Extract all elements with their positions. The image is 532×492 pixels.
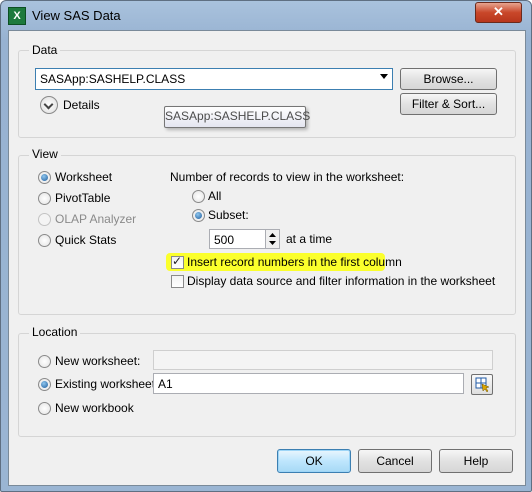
spin-up-down-icon[interactable] — [266, 230, 279, 248]
quick-stats-radio[interactable] — [38, 234, 51, 247]
existing-worksheet-value: A1 — [158, 377, 173, 391]
new-workbook-radio[interactable] — [38, 402, 51, 415]
insert-record-numbers-label[interactable]: Insert record numbers in the first colum… — [187, 255, 402, 269]
subset-count-value: 500 — [214, 233, 235, 247]
filter-sort-button[interactable]: Filter & Sort... — [400, 93, 497, 115]
cell-picker-button[interactable] — [471, 374, 493, 395]
subset-count-spinner[interactable]: 500 — [209, 229, 280, 249]
new-worksheet-radio[interactable] — [38, 355, 51, 368]
pivottable-label[interactable]: PivotTable — [55, 191, 110, 205]
window-title: View SAS Data — [32, 8, 121, 23]
cancel-button[interactable]: Cancel — [358, 449, 432, 473]
worksheet-radio[interactable] — [38, 171, 51, 184]
close-button[interactable]: ✕ — [475, 2, 522, 23]
help-button[interactable]: Help — [439, 449, 513, 473]
dialog-client: Data SASApp:SASHELP.CLASS Browse... Deta… — [8, 30, 526, 486]
new-worksheet-field[interactable] — [153, 350, 493, 370]
olap-analyzer-label: OLAP Analyzer — [55, 212, 137, 226]
expand-details-icon[interactable] — [40, 96, 58, 114]
chevron-down-icon[interactable] — [380, 74, 388, 79]
data-group-label: Data — [29, 43, 61, 57]
worksheet-label[interactable]: Worksheet — [55, 170, 112, 184]
new-worksheet-label[interactable]: New worksheet: — [55, 354, 140, 368]
insert-record-numbers-checkbox[interactable] — [171, 254, 184, 269]
all-radio[interactable] — [192, 190, 205, 203]
existing-worksheet-radio[interactable] — [38, 378, 51, 391]
data-source-value: SASApp:SASHELP.CLASS — [40, 72, 186, 86]
at-a-time-label: at a time — [286, 232, 333, 246]
spinner-arrows[interactable] — [265, 230, 279, 248]
pivottable-radio[interactable] — [38, 192, 51, 205]
view-group-label: View — [29, 147, 61, 161]
subset-label[interactable]: Subset: — [208, 208, 249, 222]
browse-button[interactable]: Browse... — [400, 68, 497, 90]
excel-icon: X — [8, 7, 26, 25]
existing-worksheet-label[interactable]: Existing worksheet: — [55, 377, 158, 391]
ok-button[interactable]: OK — [277, 449, 351, 473]
display-source-label[interactable]: Display data source and filter informati… — [187, 274, 495, 288]
olap-analyzer-radio[interactable] — [38, 213, 51, 226]
new-workbook-label[interactable]: New workbook — [55, 401, 134, 415]
cell-selector-icon — [475, 377, 490, 393]
data-source-tooltip: SASApp:SASHELP.CLASS — [164, 106, 310, 128]
display-source-checkbox[interactable] — [171, 275, 184, 288]
existing-worksheet-field[interactable]: A1 — [153, 373, 464, 394]
dialog-window: X View SAS Data ✕ Data SASApp:SASHELP.CL… — [0, 0, 532, 492]
details-label[interactable]: Details — [63, 98, 100, 112]
location-group-label: Location — [29, 325, 81, 339]
all-label[interactable]: All — [208, 189, 221, 203]
data-source-combo[interactable]: SASApp:SASHELP.CLASS — [35, 68, 393, 90]
quick-stats-label[interactable]: Quick Stats — [55, 233, 116, 247]
records-heading: Number of records to view in the workshe… — [170, 170, 405, 184]
title-bar[interactable]: X View SAS Data ✕ — [1, 1, 531, 29]
subset-radio[interactable] — [192, 209, 205, 222]
